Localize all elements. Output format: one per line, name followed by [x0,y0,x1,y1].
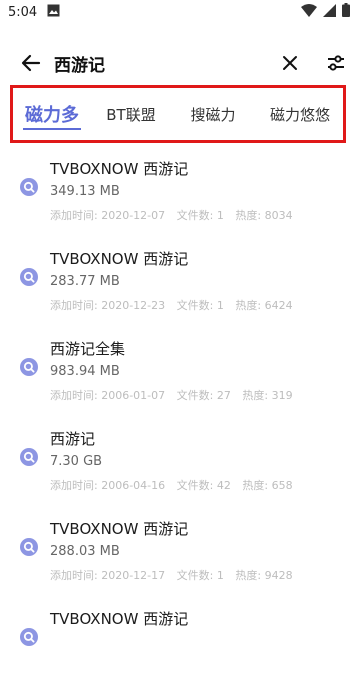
result-size: 349.13 MB [50,184,120,199]
heat-value: 9428 [264,569,293,582]
list-item[interactable]: 西游记 7.30 GB 添加时间: 2006-04-16 文件数: 42 热度:… [0,420,360,510]
arrow-left-icon [21,54,41,72]
added-label: 添加时间: [50,299,98,312]
magnet-search-icon [20,358,38,376]
result-meta: 添加时间: 2020-12-23 文件数: 1 热度: 6424 [50,297,293,313]
result-title: 西游记 [50,430,96,448]
result-size: 288.03 MB [50,544,120,559]
search-query[interactable]: 西游记 [54,51,105,76]
files-label: 文件数: [176,299,214,312]
list-item[interactable]: TVBOXNOW 西游记 288.03 MB 添加时间: 2020-12-17 … [0,510,360,600]
added-date: 2020-12-17 [101,569,166,582]
tab-ciliduo[interactable]: 磁力多 [13,88,91,140]
result-title: TVBOXNOW 西游记 [50,160,189,178]
heat-label: 热度: [235,209,262,222]
list-item[interactable]: TVBOXNOW 西游记 349.13 MB 添加时间: 2020-12-07 … [0,150,360,240]
added-date: 2020-12-23 [101,299,166,312]
result-size: 7.30 GB [50,454,103,469]
file-count: 27 [216,389,231,402]
result-size: 283.77 MB [50,274,120,289]
list-item[interactable]: TVBOXNOW 西游记 [0,600,360,690]
heat-value: 8034 [264,209,293,222]
files-label: 文件数: [176,389,214,402]
file-count: 1 [216,209,224,222]
result-list: TVBOXNOW 西游记 349.13 MB 添加时间: 2020-12-07 … [0,150,360,690]
result-title: TVBOXNOW 西游记 [50,610,189,628]
magnet-search-icon [20,268,38,286]
close-icon [283,56,297,70]
heat-label: 热度: [235,569,262,582]
tab-bt-lianmeng[interactable]: BT联盟 [91,88,171,140]
tab-ciliyouyou[interactable]: 磁力悠悠 [255,88,345,140]
added-label: 添加时间: [50,479,98,492]
wifi-icon [301,3,317,21]
heat-value: 658 [271,479,293,492]
tab-souocili[interactable]: 搜磁力 [171,88,255,140]
heat-value: 319 [271,389,293,402]
result-meta: 添加时间: 2020-12-17 文件数: 1 热度: 9428 [50,567,293,583]
source-tabs: 磁力多 BT联盟 搜磁力 磁力悠悠 [10,85,346,143]
result-title: TVBOXNOW 西游记 [50,250,189,268]
status-bar: 5:04 [0,0,360,24]
sliders-icon [328,55,344,71]
list-item[interactable]: TVBOXNOW 西游记 283.77 MB 添加时间: 2020-12-23 … [0,240,360,330]
filter-button[interactable] [322,49,350,77]
battery-icon [342,3,350,21]
file-count: 1 [216,299,224,312]
magnet-search-icon [20,628,38,646]
files-label: 文件数: [176,209,214,222]
added-label: 添加时间: [50,209,98,222]
heat-label: 热度: [242,389,269,402]
signal-icon [323,3,336,21]
status-time: 5:04 [8,4,38,20]
files-label: 文件数: [176,479,214,492]
clear-search-button[interactable] [276,49,304,77]
list-item[interactable]: 西游记全集 983.94 MB 添加时间: 2006-01-07 文件数: 27… [0,330,360,420]
added-label: 添加时间: [50,389,98,402]
result-size: 983.94 MB [50,364,120,379]
heat-label: 热度: [242,479,269,492]
magnet-search-icon [20,448,38,466]
heat-value: 6424 [264,299,293,312]
magnet-search-icon [20,178,38,196]
result-title: TVBOXNOW 西游记 [50,520,189,538]
result-meta: 添加时间: 2006-04-16 文件数: 42 热度: 658 [50,477,293,493]
file-count: 42 [216,479,231,492]
files-label: 文件数: [176,569,214,582]
added-label: 添加时间: [50,569,98,582]
added-date: 2006-01-07 [101,389,166,402]
added-date: 2006-04-16 [101,479,166,492]
gallery-notification-icon [47,4,60,21]
file-count: 1 [216,569,224,582]
added-date: 2020-12-07 [101,209,166,222]
result-meta: 添加时间: 2020-12-07 文件数: 1 热度: 8034 [50,207,293,223]
heat-label: 热度: [235,299,262,312]
result-title: 西游记全集 [50,340,126,358]
app-bar: 西游记 [0,40,360,86]
magnet-search-icon [20,538,38,556]
result-meta: 添加时间: 2006-01-07 文件数: 27 热度: 319 [50,387,293,403]
back-button[interactable] [18,50,44,76]
